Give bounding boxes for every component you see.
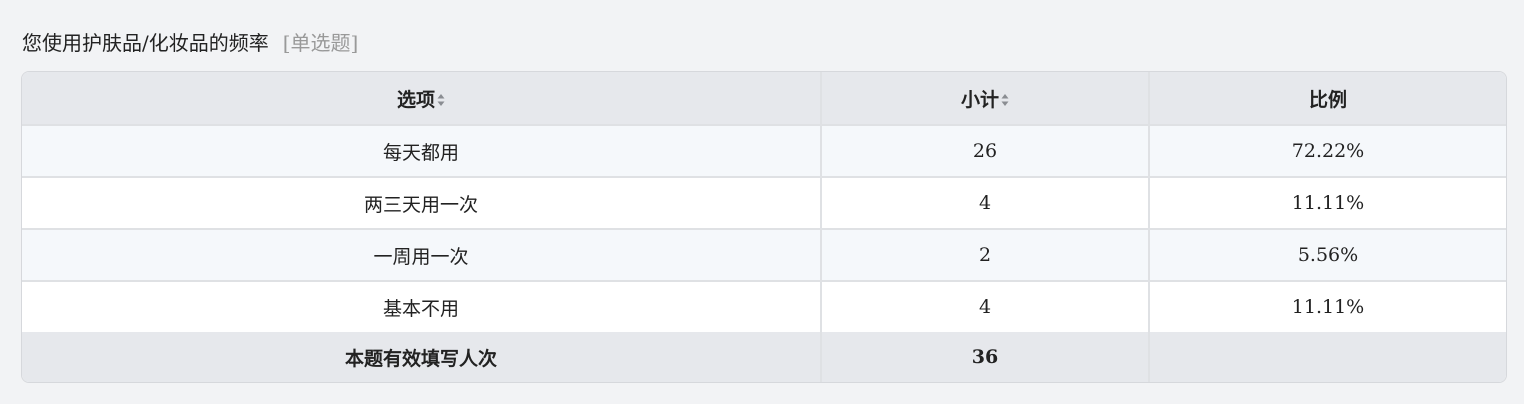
results-table: 选项 小计 比例 每天都用 26 72.22% 两三天用一次 4 11.11% xyxy=(22,72,1506,382)
option-cell: 基本不用 xyxy=(22,281,822,332)
count-cell: 2 xyxy=(821,229,1150,282)
total-label: 本题有效填写人次 xyxy=(22,332,822,382)
question-header: 您使用护肤品/化妆品的频率 [单选题] xyxy=(22,28,358,58)
option-cell: 一周用一次 xyxy=(22,229,822,282)
option-cell: 两三天用一次 xyxy=(22,177,822,230)
count-cell: 4 xyxy=(821,281,1150,332)
header-row: 选项 小计 比例 xyxy=(22,72,1506,126)
total-count: 36 xyxy=(821,332,1150,382)
column-header-ratio-label: 比例 xyxy=(1308,88,1347,111)
table-header: 选项 小计 比例 xyxy=(22,72,1506,126)
table-row: 两三天用一次 4 11.11% xyxy=(22,177,1506,230)
option-cell: 每天都用 xyxy=(22,125,822,178)
total-row: 本题有效填写人次 36 xyxy=(22,332,1506,382)
table-row: 每天都用 26 72.22% xyxy=(22,125,1506,178)
column-header-option-label: 选项 xyxy=(396,88,435,111)
results-table-container: 选项 小计 比例 每天都用 26 72.22% 两三天用一次 4 11.11% xyxy=(21,71,1507,383)
sort-icon[interactable] xyxy=(1001,93,1009,107)
column-header-ratio: 比例 xyxy=(1149,72,1506,126)
ratio-cell: 72.22% xyxy=(1149,125,1506,178)
sort-icon[interactable] xyxy=(437,93,445,107)
table-row: 基本不用 4 11.11% xyxy=(22,281,1506,332)
table-footer: 本题有效填写人次 36 xyxy=(22,332,1506,382)
column-header-count-label: 小计 xyxy=(960,88,999,111)
total-ratio xyxy=(1149,332,1506,382)
count-cell: 4 xyxy=(821,177,1150,230)
ratio-cell: 11.11% xyxy=(1149,281,1506,332)
question-title: 您使用护肤品/化妆品的频率 xyxy=(22,31,269,55)
column-header-count[interactable]: 小计 xyxy=(821,72,1150,126)
ratio-cell: 5.56% xyxy=(1149,229,1506,282)
count-cell: 26 xyxy=(821,125,1150,178)
column-header-option[interactable]: 选项 xyxy=(22,72,822,126)
table-row: 一周用一次 2 5.56% xyxy=(22,229,1506,282)
question-type-label: [单选题] xyxy=(282,31,359,55)
ratio-cell: 11.11% xyxy=(1149,177,1506,230)
table-body: 每天都用 26 72.22% 两三天用一次 4 11.11% 一周用一次 2 5… xyxy=(22,125,1506,332)
